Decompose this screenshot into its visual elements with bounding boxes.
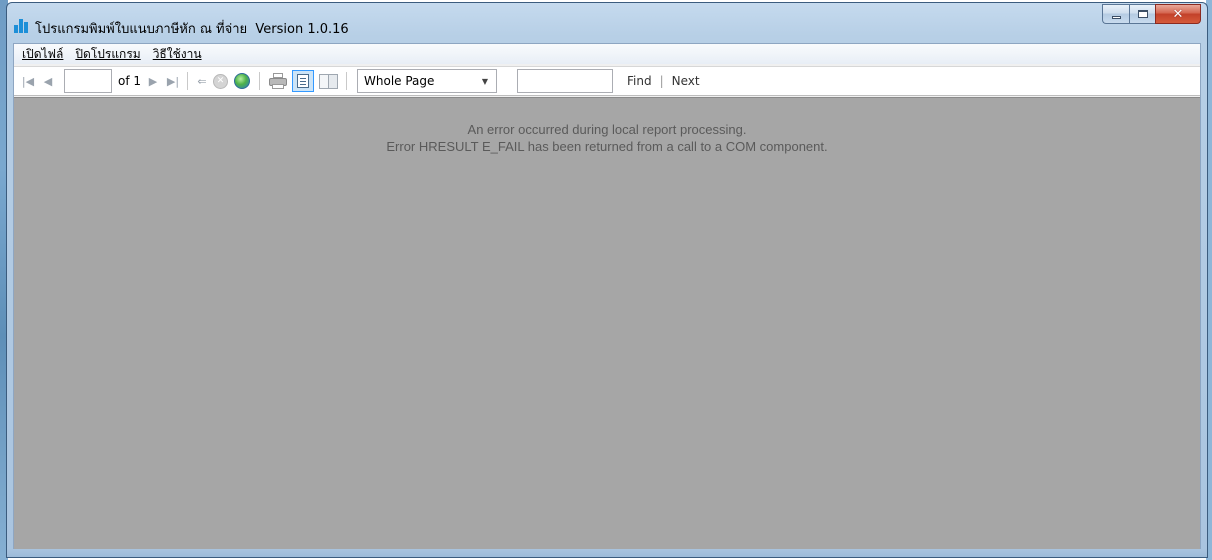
- refresh-icon[interactable]: [234, 73, 251, 89]
- find-text-input[interactable]: [517, 69, 614, 93]
- title-bar[interactable]: โปรแกรมพิมพ์ใบแนบภาษีหัก ณ ที่จ่าย Versi…: [7, 3, 1207, 43]
- app-bar-chart-icon: [14, 19, 30, 33]
- stop-icon[interactable]: ✕: [213, 73, 229, 89]
- toolbar-separator: [346, 72, 348, 90]
- maximize-button[interactable]: [1129, 4, 1155, 24]
- menu-item-open-file[interactable]: เปิดไฟล์: [16, 44, 69, 64]
- error-message-line-1: An error occurred during local report pr…: [467, 122, 747, 137]
- minimize-icon: [1111, 15, 1121, 19]
- first-page-icon[interactable]: |◀: [20, 70, 36, 92]
- zoom-select[interactable]: Whole Page ▼: [357, 69, 498, 93]
- menu-open-file-label: เปิดไฟล์: [22, 47, 64, 61]
- toolbar-separator: [187, 72, 189, 90]
- last-page-icon[interactable]: ▶|: [165, 70, 181, 92]
- print-icon[interactable]: [269, 73, 288, 89]
- report-toolbar: |◀ ◀ of 1 ▶ ▶| ⇐ ✕ Whole Page ▼ Find | N…: [14, 66, 1200, 96]
- close-button[interactable]: ✕: [1155, 4, 1201, 24]
- window-bottom-border: [7, 549, 1207, 557]
- report-viewer-area: An error occurred during local report pr…: [14, 97, 1200, 550]
- version-label: Version 1.0.16: [255, 22, 349, 37]
- app-window: โปรแกรมพิมพ์ใบแนบภาษีหัก ณ ที่จ่าย Versi…: [6, 2, 1208, 558]
- page-count-label: of 1: [118, 74, 142, 88]
- print-layout-icon[interactable]: [292, 70, 315, 92]
- page-setup-icon[interactable]: [318, 73, 339, 89]
- close-icon: ✕: [1172, 6, 1184, 22]
- window-title-text: โปรแกรมพิมพ์ใบแนบภาษีหัก ณ ที่จ่าย: [35, 22, 248, 37]
- minimize-button[interactable]: [1102, 4, 1129, 24]
- client-area: เปิดไฟล์ ปิดโปรแกรม วิธีใช้งาน |◀ ◀ of 1…: [13, 43, 1201, 551]
- chevron-down-icon: ▼: [481, 76, 489, 86]
- error-message-line-2: Error HRESULT E_FAIL has been returned f…: [386, 139, 828, 154]
- caption-buttons: ✕: [1102, 4, 1201, 24]
- maximize-icon: [1137, 10, 1148, 18]
- page-number-input[interactable]: [64, 69, 112, 93]
- next-page-icon[interactable]: ▶: [145, 70, 161, 92]
- menu-item-close-program[interactable]: ปิดโปรแกรม: [69, 44, 146, 64]
- find-button[interactable]: Find: [627, 74, 652, 88]
- zoom-value: Whole Page: [364, 74, 435, 88]
- back-arrow-icon[interactable]: ⇐: [194, 70, 210, 92]
- find-next-separator: |: [659, 74, 664, 88]
- next-button[interactable]: Next: [672, 74, 700, 88]
- menu-bar: เปิดไฟล์ ปิดโปรแกรม วิธีใช้งาน: [14, 44, 1200, 64]
- menu-how-to-use-label: วิธีใช้งาน: [152, 47, 202, 61]
- window-title: โปรแกรมพิมพ์ใบแนบภาษีหัก ณ ที่จ่าย Versi…: [35, 18, 349, 39]
- menu-close-program-label: ปิดโปรแกรม: [75, 47, 141, 61]
- toolbar-separator: [259, 72, 261, 90]
- menu-item-how-to-use[interactable]: วิธีใช้งาน: [147, 44, 208, 64]
- previous-page-icon[interactable]: ◀: [40, 70, 56, 92]
